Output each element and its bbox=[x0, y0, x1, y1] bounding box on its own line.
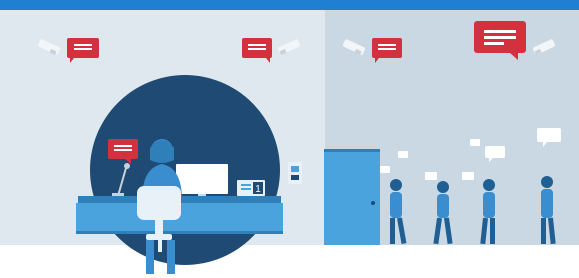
speech-bubble-icon bbox=[470, 139, 480, 146]
speech-bubble-icon bbox=[425, 172, 437, 180]
speech-bubble-icon bbox=[462, 172, 474, 180]
queue-number: 1 bbox=[255, 184, 261, 195]
speech-bubble-icon bbox=[380, 166, 390, 173]
card-reader-icon bbox=[288, 162, 302, 184]
customer-service-scene: 1 bbox=[0, 0, 579, 278]
top-bar bbox=[0, 0, 579, 10]
monitor-icon bbox=[176, 164, 228, 198]
floor bbox=[0, 245, 579, 278]
queue-number-display-icon: 1 bbox=[237, 180, 265, 196]
speech-bubble-icon bbox=[398, 151, 408, 158]
door-icon bbox=[324, 149, 380, 245]
